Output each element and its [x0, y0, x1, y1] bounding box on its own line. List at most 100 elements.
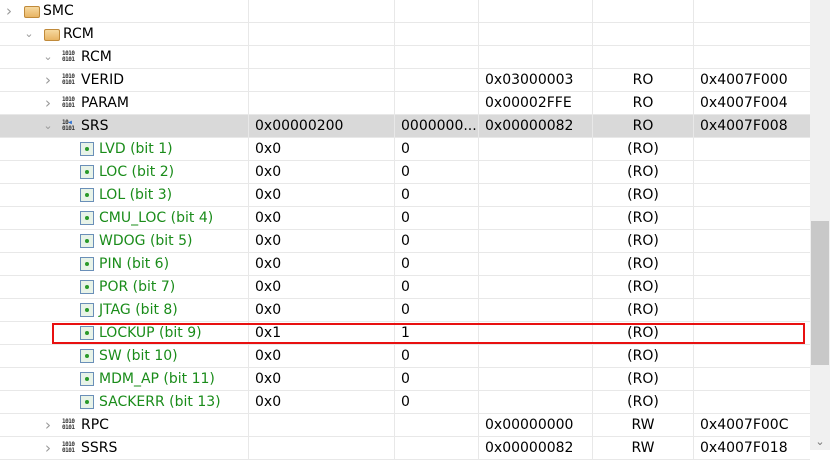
tree-row[interactable]: PIN (bit 6) 0x0 0 (RO) — [0, 253, 810, 276]
tree-row[interactable]: › SMC — [0, 0, 810, 23]
access-cell — [593, 46, 694, 68]
name-cell: › 1010 0101 SSRS — [0, 437, 249, 459]
value-cell: 0x0 — [249, 184, 395, 206]
field-icon — [80, 395, 94, 409]
binary-cell: 0 — [395, 184, 479, 206]
row-name: SRS — [81, 118, 109, 134]
name-cell: MDM_AP (bit 11) — [0, 368, 249, 390]
binary-cell: 0 — [395, 230, 479, 252]
tree-row[interactable]: ⌄ RCM — [0, 23, 810, 46]
value-cell: 0x0 — [249, 368, 395, 390]
reset-cell — [479, 184, 593, 206]
address-cell — [694, 276, 810, 298]
row-name: PIN (bit 6) — [99, 256, 170, 272]
access-cell: (RO) — [593, 299, 694, 321]
name-cell: LVD (bit 1) — [0, 138, 249, 160]
access-cell: RW — [593, 414, 694, 436]
row-name: JTAG (bit 8) — [99, 302, 178, 318]
field-icon — [80, 188, 94, 202]
row-name: PARAM — [81, 95, 129, 111]
reset-cell — [479, 23, 593, 45]
tree-row[interactable]: › 1010 0101 VERID 0x03000003 RO 0x4007F000 — [0, 69, 810, 92]
register-icon: 1010 0101 — [62, 73, 75, 86]
register-tree-table: › SMC ⌄ RCM ⌄ 1010 0101 RCM › 1010 0101 VERID 0x0300… — [0, 0, 810, 460]
name-cell: CMU_LOC (bit 4) — [0, 207, 249, 229]
chevron-down-icon[interactable]: ⌄ — [42, 115, 54, 137]
binary-cell — [395, 0, 479, 22]
value-cell: 0x0 — [249, 276, 395, 298]
tree-row[interactable]: SACKERR (bit 13) 0x0 0 (RO) — [0, 391, 810, 414]
chevron-down-icon[interactable]: ⌄ — [23, 23, 35, 45]
reset-cell — [479, 230, 593, 252]
binary-cell: 0 — [395, 253, 479, 275]
name-cell: JTAG (bit 8) — [0, 299, 249, 321]
tree-row[interactable]: MDM_AP (bit 11) 0x0 0 (RO) — [0, 368, 810, 391]
tree-row[interactable]: › 1010 0101 SSRS 0x00000082 RW 0x4007F018 — [0, 437, 810, 460]
access-cell: (RO) — [593, 138, 694, 160]
name-cell: ⌄ RCM — [0, 23, 249, 45]
reset-cell — [479, 161, 593, 183]
chevron-right-icon[interactable]: › — [42, 437, 54, 459]
tree-row[interactable]: LOC (bit 2) 0x0 0 (RO) — [0, 161, 810, 184]
row-name: SW (bit 10) — [99, 348, 178, 364]
value-cell: 0x0 — [249, 299, 395, 321]
folder-icon — [24, 6, 40, 18]
tree-row[interactable]: ⌄ 1010 0101 RCM — [0, 46, 810, 69]
name-cell: SW (bit 10) — [0, 345, 249, 367]
row-name: CMU_LOC (bit 4) — [99, 210, 214, 226]
chevron-right-icon[interactable]: › — [42, 69, 54, 91]
tree-row[interactable]: WDOG (bit 5) 0x0 0 (RO) — [0, 230, 810, 253]
binary-cell: 0 — [395, 345, 479, 367]
tree-row[interactable]: › 1010 0101 RPC 0x00000000 RW 0x4007F00C — [0, 414, 810, 437]
binary-cell: 0000000... — [395, 115, 479, 137]
address-cell: 0x4007F00C — [700, 417, 789, 433]
address-cell — [694, 230, 810, 252]
reset-cell — [479, 299, 593, 321]
chevron-down-icon[interactable]: ⌄ — [42, 46, 54, 68]
lockup-highlight-box — [52, 323, 805, 344]
access-cell: (RO) — [593, 368, 694, 390]
chevron-right-icon[interactable]: › — [3, 0, 15, 22]
tree-row[interactable]: POR (bit 7) 0x0 0 (RO) — [0, 276, 810, 299]
tree-row[interactable]: CMU_LOC (bit 4) 0x0 0 (RO) — [0, 207, 810, 230]
value-cell: 0x0 — [249, 345, 395, 367]
binary-cell — [395, 92, 479, 114]
address-cell — [694, 391, 810, 413]
access-cell — [593, 0, 694, 22]
field-icon — [80, 142, 94, 156]
row-name: RPC — [81, 417, 109, 433]
row-name: SMC — [43, 3, 74, 19]
tree-row[interactable]: LVD (bit 1) 0x0 0 (RO) — [0, 138, 810, 161]
binary-cell: 0 — [395, 299, 479, 321]
address-cell — [694, 23, 810, 45]
vertical-scrollbar[interactable]: ⌄ — [810, 0, 830, 450]
reset-cell — [479, 46, 593, 68]
scroll-down-icon[interactable]: ⌄ — [810, 435, 830, 448]
access-cell: RO — [593, 115, 694, 137]
name-cell: ⌄ 10◀ 0101 SRS — [0, 115, 249, 137]
access-cell: (RO) — [593, 207, 694, 229]
field-icon — [80, 257, 94, 271]
name-cell: POR (bit 7) — [0, 276, 249, 298]
tree-row[interactable]: LOL (bit 3) 0x0 0 (RO) — [0, 184, 810, 207]
chevron-right-icon[interactable]: › — [42, 414, 54, 436]
access-cell: RW — [593, 437, 694, 459]
field-icon — [80, 372, 94, 386]
tree-row[interactable]: JTAG (bit 8) 0x0 0 (RO) — [0, 299, 810, 322]
reset-cell: 0x00002FFE — [479, 92, 593, 114]
chevron-right-icon[interactable]: › — [42, 92, 54, 114]
tree-row[interactable]: › 1010 0101 PARAM 0x00002FFE RO 0x4007F004 — [0, 92, 810, 115]
binary-cell — [395, 46, 479, 68]
reset-cell: 0x03000003 — [479, 69, 593, 91]
row-name: MDM_AP (bit 11) — [99, 371, 215, 387]
row-name: LOL (bit 3) — [99, 187, 173, 203]
row-name: VERID — [81, 72, 125, 88]
tree-row[interactable]: SW (bit 10) 0x0 0 (RO) — [0, 345, 810, 368]
tree-row[interactable]: ⌄ 10◀ 0101 SRS 0x00000200 0000000... 0x0000008… — [0, 115, 810, 138]
scrollbar-thumb[interactable] — [811, 220, 829, 365]
binary-cell — [395, 69, 479, 91]
value-cell: 0x0 — [249, 253, 395, 275]
peripheral-icon: 1010 0101 — [62, 50, 75, 63]
reset-cell — [479, 0, 593, 22]
name-cell: LOL (bit 3) — [0, 184, 249, 206]
